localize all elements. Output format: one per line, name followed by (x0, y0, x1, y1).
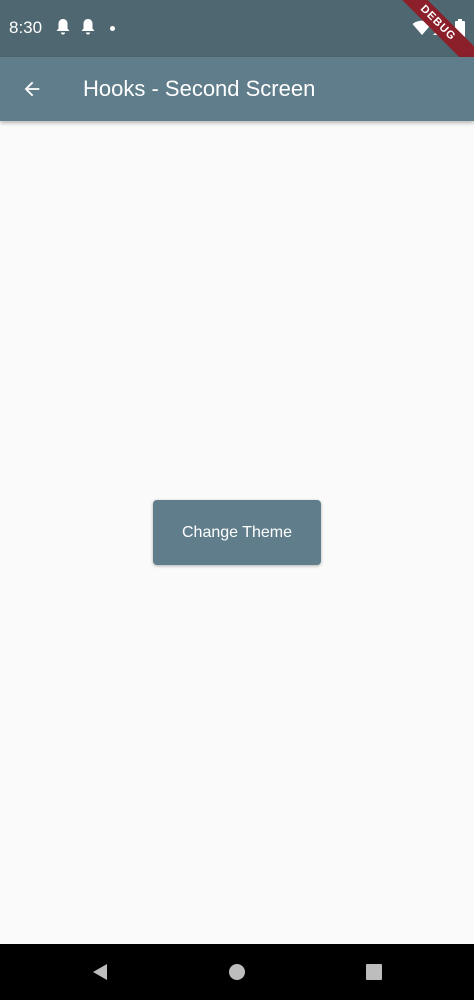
change-theme-button[interactable]: Change Theme (153, 500, 321, 565)
recents-square-icon (365, 963, 383, 981)
nav-back-button[interactable] (88, 960, 112, 984)
notification-bell-icon (55, 18, 71, 41)
home-circle-icon (228, 963, 246, 981)
dot-icon (110, 26, 115, 31)
back-button[interactable] (12, 69, 52, 109)
back-triangle-icon (91, 963, 109, 981)
notification-bell-icon (80, 18, 96, 41)
page-title: Hooks - Second Screen (83, 76, 316, 101)
app-bar: Hooks - Second Screen (0, 57, 474, 121)
nav-home-button[interactable] (225, 960, 249, 984)
status-bar: 8:30 DEBUG (0, 0, 474, 57)
arrow-back-icon (21, 78, 43, 100)
status-time: 8:30 (9, 18, 43, 37)
navigation-bar (0, 944, 474, 1000)
nav-recents-button[interactable] (362, 960, 386, 984)
